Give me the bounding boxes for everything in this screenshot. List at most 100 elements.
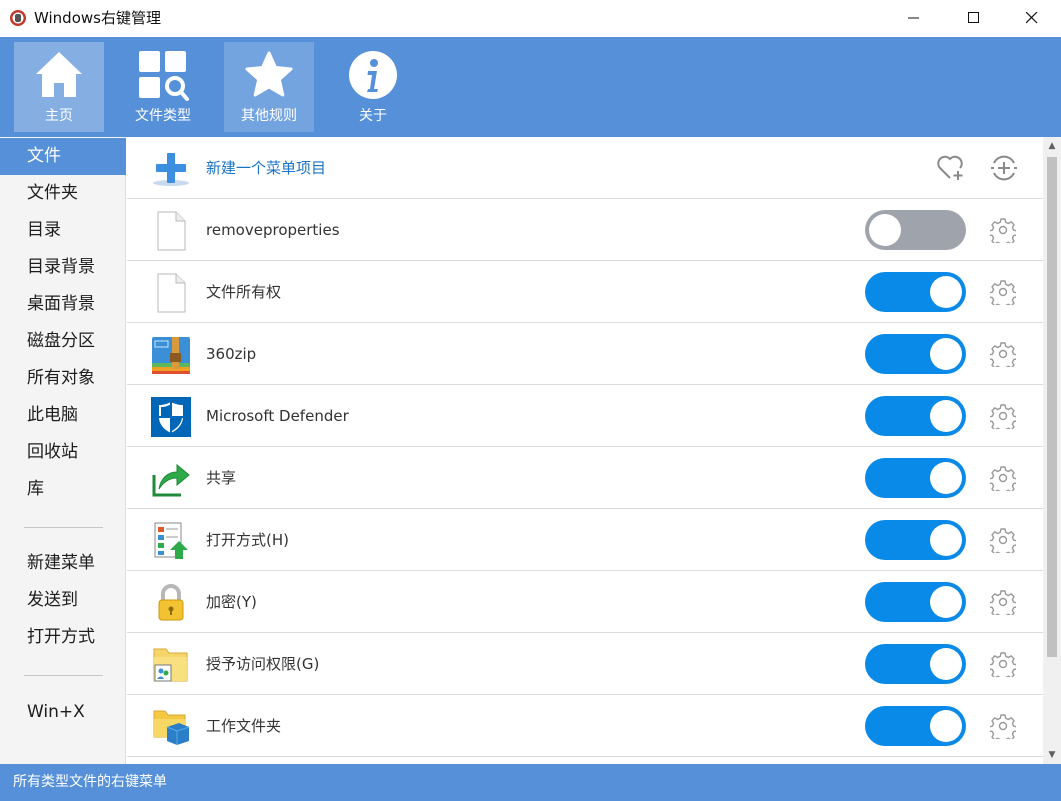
sidebar-item-folder[interactable]: 文件夹 [0,175,126,212]
maximize-button[interactable] [951,0,997,36]
toggle-knob [930,276,962,308]
lock-icon [151,583,191,623]
menu-item-toggle[interactable] [865,706,966,746]
menu-item-label: removeproperties [206,221,340,239]
toolbar-home-label: 主页 [45,108,73,124]
title-bar: Windows右键管理 [0,0,1061,37]
list-item: 加密(Y) [127,571,1043,633]
toolbar-about-button[interactable]: 关于 [328,42,418,132]
work-folder-icon [151,707,191,747]
app-logo-icon [10,10,26,26]
gear-icon[interactable] [990,651,1016,677]
toggle-knob [930,586,962,618]
menu-item-label: 文件所有权 [206,283,282,301]
menu-item-label: 授予访问权限(G) [206,655,320,673]
sidebar-item-library[interactable]: 库 [0,471,126,508]
gear-icon[interactable] [990,217,1016,243]
menu-item-toggle[interactable] [865,458,966,498]
sidebar-divider [24,527,103,528]
sidebar-item-all-objects[interactable]: 所有对象 [0,360,126,397]
file-type-search-icon [139,51,189,101]
list-item: removeproperties [127,199,1043,261]
favorite-add-icon[interactable] [936,153,966,181]
toolbar-other-rules-button[interactable]: 其他规则 [224,42,314,132]
maximize-icon [968,12,979,23]
toggle-knob [930,462,962,494]
list-item: 360zip [127,323,1043,385]
scroll-up-icon[interactable]: ▲ [1043,137,1061,155]
sidebar: 文件 文件夹 目录 目录背景 桌面背景 磁盘分区 所有对象 此电脑 回收站 库 … [0,137,126,764]
menu-item-label: 360zip [206,345,257,363]
close-button[interactable] [1009,0,1055,36]
new-menu-item-row[interactable]: 新建一个菜单项目 [127,137,1043,199]
menu-item-label: 工作文件夹 [206,717,282,735]
info-icon [349,51,397,99]
sidebar-item-directory-background[interactable]: 目录背景 [0,249,126,286]
gear-icon[interactable] [990,713,1016,739]
menu-item-toggle[interactable] [865,210,966,250]
main-toolbar: 主页 文件类型 其他规则 关于 [0,37,1061,137]
list-item: 工作文件夹 [127,695,1043,757]
blank-file-icon [151,273,191,313]
open-with-icon [151,521,191,561]
blank-file-icon [151,211,191,251]
scroll-down-icon[interactable]: ▼ [1043,746,1061,764]
sidebar-item-send-to[interactable]: 发送到 [0,582,126,619]
sidebar-item-win-x[interactable]: Win+X [0,694,126,731]
gear-icon[interactable] [990,279,1016,305]
home-icon [36,52,82,97]
gear-icon[interactable] [990,465,1016,491]
toggle-knob [930,710,962,742]
gear-icon[interactable] [990,589,1016,615]
menu-item-toggle[interactable] [865,396,966,436]
toolbar-other-rules-label: 其他规则 [241,108,297,124]
list-item: 授予访问权限(G) [127,633,1043,695]
menu-item-toggle[interactable] [865,272,966,312]
gear-icon[interactable] [990,341,1016,367]
sidebar-item-open-with[interactable]: 打开方式 [0,619,126,656]
scrollbar-thumb[interactable] [1047,157,1057,657]
menu-item-label: 加密(Y) [206,593,257,611]
sidebar-item-directory[interactable]: 目录 [0,212,126,249]
new-menu-item-link[interactable]: 新建一个菜单项目 [206,137,326,199]
window-title: Windows右键管理 [34,9,161,27]
add-icon [151,149,191,189]
toggle-knob [930,400,962,432]
menu-item-toggle[interactable] [865,644,966,684]
zip-archive-icon [151,335,191,375]
toolbar-about-label: 关于 [359,108,387,124]
gear-icon[interactable] [990,403,1016,429]
toolbar-file-types-button[interactable]: 文件类型 [118,42,208,132]
list-item: 共享 [127,447,1043,509]
menu-item-toggle[interactable] [865,334,966,374]
share-icon [151,459,191,499]
minimize-button[interactable] [891,0,937,36]
toolbar-home-button[interactable]: 主页 [14,42,104,132]
menu-item-label: 共享 [206,469,237,487]
menu-item-toggle[interactable] [865,520,966,560]
toggle-knob [869,214,901,246]
sidebar-item-drive[interactable]: 磁盘分区 [0,323,126,360]
status-bar: 所有类型文件的右键菜单 [0,764,1061,801]
status-text: 所有类型文件的右键菜单 [13,774,167,790]
sidebar-item-recycle-bin[interactable]: 回收站 [0,434,126,471]
sidebar-divider [24,675,103,676]
sidebar-item-file[interactable]: 文件 [0,138,126,175]
close-icon [1026,12,1038,24]
menu-item-list: 新建一个菜单项目 removeproperties 文件所有权 360zip M… [127,137,1043,764]
toggle-knob [930,648,962,680]
list-item: Microsoft Defender [127,385,1043,447]
list-item: 文件所有权 [127,261,1043,323]
minimize-icon [908,17,919,19]
vertical-scrollbar[interactable]: ▲ ▼ [1043,137,1061,764]
sidebar-item-desktop-background[interactable]: 桌面背景 [0,286,126,323]
menu-item-label: Microsoft Defender [206,407,349,425]
sidebar-item-this-pc[interactable]: 此电脑 [0,397,126,434]
toolbar-file-types-label: 文件类型 [135,108,191,124]
defender-shield-icon [151,397,191,437]
gear-icon[interactable] [990,527,1016,553]
add-circle-icon[interactable] [990,154,1018,182]
sidebar-item-new-menu[interactable]: 新建菜单 [0,545,126,582]
menu-item-toggle[interactable] [865,582,966,622]
menu-item-label: 打开方式(H) [206,531,289,549]
